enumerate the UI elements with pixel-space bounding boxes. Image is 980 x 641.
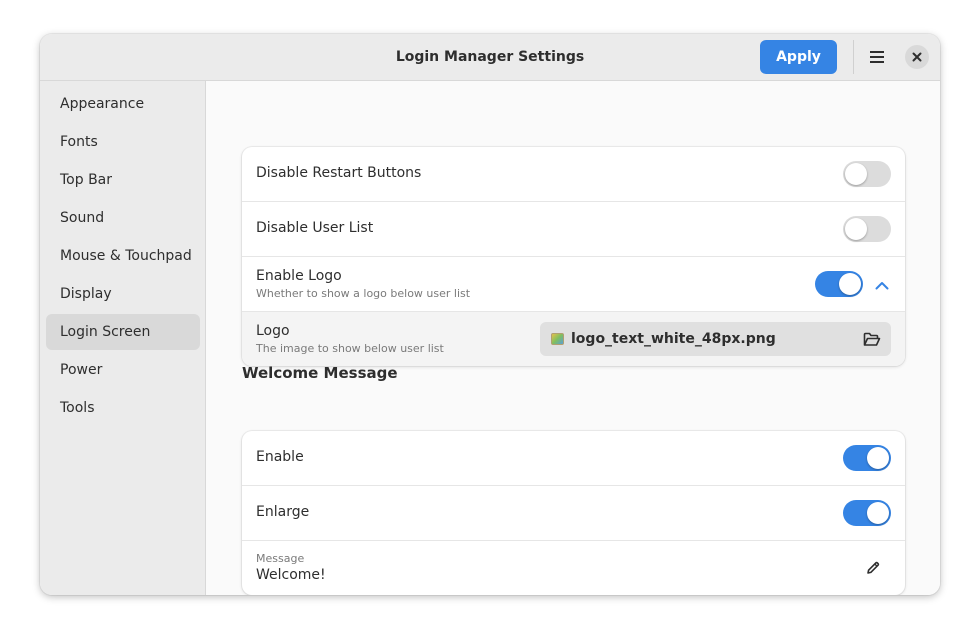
close-icon — [912, 52, 922, 62]
logo-file-name: logo_text_white_48px.png — [571, 331, 776, 347]
sidebar-item-appearance[interactable]: Appearance — [46, 86, 200, 122]
close-button[interactable] — [905, 45, 929, 69]
welcome-message-label: Message — [256, 552, 305, 565]
sidebar-item-sound[interactable]: Sound — [46, 200, 200, 236]
sidebar: Appearance Fonts Top Bar Sound Mouse & T… — [40, 81, 206, 595]
content-pane: Disable Restart Buttons Disable User Lis… — [207, 81, 940, 595]
sidebar-item-mouse-touchpad[interactable]: Mouse & Touchpad — [46, 238, 200, 274]
welcome-enable-row: Enable — [242, 431, 905, 486]
sidebar-item-power[interactable]: Power — [46, 352, 200, 388]
disable-restart-label: Disable Restart Buttons — [256, 165, 422, 181]
header-separator — [853, 40, 854, 74]
disable-user-list-row: Disable User List — [242, 202, 905, 257]
sidebar-item-tools[interactable]: Tools — [46, 390, 200, 426]
folder-open-icon — [863, 332, 881, 346]
pencil-icon — [867, 561, 880, 574]
welcome-message-row[interactable]: Message Welcome! — [242, 541, 905, 595]
logo-subtitle: The image to show below user list — [256, 342, 444, 355]
welcome-enlarge-row: Enlarge — [242, 486, 905, 541]
collapse-button[interactable] — [872, 275, 892, 295]
enable-logo-row[interactable]: Enable Logo Whether to show a logo below… — [242, 257, 905, 312]
disable-user-list-label: Disable User List — [256, 220, 374, 236]
sidebar-item-fonts[interactable]: Fonts — [46, 124, 200, 160]
edit-message-button[interactable] — [863, 558, 883, 578]
welcome-section-title: Welcome Message — [242, 364, 398, 382]
logo-row: Logo The image to show below user list l… — [242, 312, 905, 366]
apply-button[interactable]: Apply — [760, 40, 837, 74]
disable-user-list-switch[interactable] — [843, 216, 891, 242]
sidebar-item-display[interactable]: Display — [46, 276, 200, 312]
header-bar: Login Manager Settings Apply — [40, 34, 940, 81]
logo-label: Logo — [256, 323, 290, 339]
logo-file-chooser[interactable]: logo_text_white_48px.png — [540, 322, 891, 356]
welcome-card: Enable Enlarge Message Welcome! — [242, 431, 905, 595]
image-file-icon — [551, 333, 564, 345]
enable-logo-label: Enable Logo — [256, 268, 342, 284]
enable-logo-switch[interactable] — [815, 271, 863, 297]
open-folder-button[interactable] — [862, 330, 882, 348]
chevron-up-icon — [875, 281, 889, 289]
disable-restart-switch[interactable] — [843, 161, 891, 187]
login-options-card: Disable Restart Buttons Disable User Lis… — [242, 147, 905, 366]
sidebar-item-top-bar[interactable]: Top Bar — [46, 162, 200, 198]
settings-window: Login Manager Settings Apply Appearance … — [40, 34, 940, 595]
welcome-enlarge-switch[interactable] — [843, 500, 891, 526]
main-menu-button[interactable] — [862, 42, 892, 72]
disable-restart-row: Disable Restart Buttons — [242, 147, 905, 202]
enable-logo-subtitle: Whether to show a logo below user list — [256, 287, 471, 300]
welcome-enlarge-label: Enlarge — [256, 504, 310, 520]
welcome-message-value: Welcome! — [256, 567, 326, 583]
welcome-enable-label: Enable — [256, 449, 304, 465]
hamburger-menu-icon — [870, 51, 884, 63]
welcome-enable-switch[interactable] — [843, 445, 891, 471]
sidebar-item-login-screen[interactable]: Login Screen — [46, 314, 200, 350]
